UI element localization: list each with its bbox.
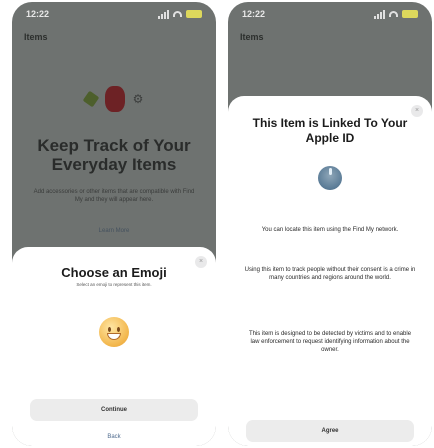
- battery-icon: [186, 10, 202, 18]
- background-emoji-art: ⚙: [12, 86, 216, 112]
- background-body-text: Add accessories or other items that are …: [33, 189, 195, 203]
- airtag-icon: [318, 166, 342, 190]
- screen-title: Items: [24, 32, 48, 42]
- screen-title: Items: [240, 32, 264, 42]
- learn-more-link[interactable]: Learn More: [12, 228, 216, 234]
- choose-emoji-sheet: × Choose an Emoji Select an emoji to rep…: [12, 247, 216, 446]
- key-emoji-icon: [82, 90, 99, 108]
- linked-item-sheet: × This Item is Linked To Your Apple ID Y…: [228, 96, 432, 446]
- status-icons: [374, 9, 418, 19]
- signal-icon: [374, 9, 385, 19]
- agree-button[interactable]: Agree: [246, 420, 414, 442]
- status-time: 12:22: [26, 9, 50, 19]
- sheet-title: This Item is Linked To Your Apple ID: [252, 116, 408, 145]
- phone-screen-left: 12:22 Items ⚙ Keep Track of Your Everyda…: [12, 2, 216, 446]
- status-icons: [158, 9, 202, 19]
- wifi-icon: [173, 11, 182, 17]
- detection-paragraph: This item is designed to be detected by …: [248, 331, 412, 353]
- battery-icon: [402, 10, 418, 18]
- info-paragraph: You can locate this item using the Find …: [261, 227, 399, 233]
- status-time: 12:22: [242, 9, 266, 19]
- backpack-emoji-icon: [104, 86, 125, 112]
- background-heading: Keep Track of Your Everyday Items: [37, 136, 191, 174]
- signal-icon: [158, 9, 169, 19]
- phone-screen-right: 12:22 Items × This Item is Linked To You…: [228, 2, 432, 446]
- sheet-subtitle: Select an emoji to represent this item.: [76, 282, 152, 287]
- status-bar: 12:22: [228, 2, 432, 26]
- smiley-emoji-icon[interactable]: [99, 317, 129, 347]
- continue-button[interactable]: Continue: [30, 399, 198, 421]
- status-bar: 12:22: [12, 2, 216, 26]
- bike-emoji-icon: ⚙: [132, 92, 144, 106]
- sheet-title: Choose an Emoji: [61, 265, 167, 280]
- wifi-icon: [389, 11, 398, 17]
- warning-paragraph: Using this item to track people without …: [244, 267, 416, 281]
- back-link[interactable]: Back: [12, 434, 216, 440]
